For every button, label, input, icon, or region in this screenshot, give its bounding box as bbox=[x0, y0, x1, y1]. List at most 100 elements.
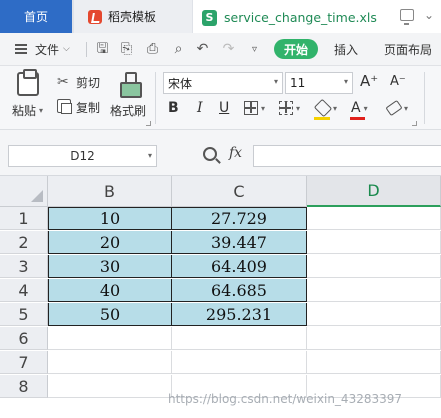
cell-c3[interactable]: 64.409 bbox=[172, 255, 307, 278]
title-tab-bar: 首页 稻壳模板 S service_change_time.xls ⌄ bbox=[0, 0, 441, 33]
ribbon-divider bbox=[424, 72, 425, 124]
zoom-icon[interactable] bbox=[203, 147, 217, 161]
save-icon[interactable]: 🖫 bbox=[94, 41, 111, 58]
copy-icon[interactable] bbox=[57, 99, 72, 114]
formula-bar: D12 ▾ fx bbox=[0, 130, 441, 176]
italic-button[interactable]: I bbox=[197, 99, 203, 117]
chevron-down-icon: ▾ bbox=[147, 151, 152, 160]
cell-b3[interactable]: 30 bbox=[48, 255, 172, 278]
formula-input[interactable] bbox=[253, 145, 441, 167]
insert-function-button[interactable]: fx bbox=[229, 145, 242, 161]
format-painter-button[interactable]: 格式刷 bbox=[110, 102, 146, 119]
export-pdf-icon[interactable]: ⎘ bbox=[118, 41, 135, 58]
cell-d5[interactable] bbox=[307, 303, 441, 326]
tab-page-layout[interactable]: 页面布局 bbox=[384, 33, 432, 65]
row-header-5[interactable]: 5 bbox=[0, 303, 48, 326]
row-header-7[interactable]: 7 bbox=[0, 351, 48, 374]
decrease-font-size-button[interactable]: A⁻ bbox=[390, 74, 406, 89]
borders-button[interactable]: ▾ bbox=[244, 99, 265, 117]
column-header-c[interactable]: C bbox=[172, 176, 307, 207]
menu-divider bbox=[86, 42, 87, 57]
increase-font-size-button[interactable]: A⁺ bbox=[360, 72, 378, 90]
hamburger-menu-icon[interactable] bbox=[15, 44, 27, 54]
cell-c4[interactable]: 64.685 bbox=[172, 279, 307, 302]
cell-d6[interactable] bbox=[307, 327, 441, 350]
clear-format-button[interactable]: ▾ bbox=[385, 99, 408, 117]
row-header-1[interactable]: 1 bbox=[0, 207, 48, 230]
print-preview-icon[interactable]: ⌕ bbox=[170, 41, 187, 58]
font-color-swatch bbox=[350, 117, 365, 120]
font-group-launcher-icon[interactable] bbox=[412, 121, 417, 126]
paste-icon[interactable] bbox=[17, 69, 39, 96]
cell-c5[interactable]: 295.231 bbox=[172, 303, 307, 326]
chevron-down-icon: ▾ bbox=[261, 103, 266, 113]
tab-start[interactable]: 开始 bbox=[274, 39, 318, 59]
name-box-value: D12 bbox=[70, 149, 95, 163]
docer-logo-icon bbox=[88, 9, 102, 24]
cell-c7[interactable] bbox=[172, 351, 307, 374]
cell-d2[interactable] bbox=[307, 231, 441, 254]
copy-button[interactable]: 复制 bbox=[76, 99, 100, 116]
ribbon-divider bbox=[155, 72, 156, 124]
font-color-button[interactable]: A ▾ bbox=[351, 99, 368, 117]
font-family-value: 宋体 bbox=[168, 76, 193, 91]
underline-button[interactable]: U bbox=[219, 99, 229, 117]
more-dropdown-icon[interactable]: ⌄ bbox=[424, 9, 438, 21]
cell-d3[interactable] bbox=[307, 255, 441, 278]
paste-button[interactable]: 粘贴 ▾ bbox=[12, 102, 43, 119]
undo-icon[interactable]: ↶ bbox=[194, 41, 211, 58]
paint-bucket-icon bbox=[313, 98, 333, 118]
cell-d1[interactable] bbox=[307, 207, 441, 230]
file-menu[interactable]: 文件 ⌵ bbox=[35, 33, 70, 65]
cell-b1[interactable]: 10 bbox=[48, 207, 172, 230]
scissors-icon[interactable]: ✂ bbox=[57, 74, 73, 90]
fill-pattern-button[interactable]: ▾ bbox=[279, 99, 300, 117]
watermark-text: https://blog.csdn.net/weixin_43283397 bbox=[168, 392, 403, 406]
cell-c2[interactable]: 39.447 bbox=[172, 231, 307, 254]
cell-c6[interactable] bbox=[172, 327, 307, 350]
customize-toolbar-icon[interactable]: ▿ bbox=[246, 41, 263, 58]
tab-home[interactable]: 首页 bbox=[0, 0, 72, 33]
column-header-d[interactable]: D bbox=[307, 176, 441, 207]
cell-d4[interactable] bbox=[307, 279, 441, 302]
row-header-6[interactable]: 6 bbox=[0, 327, 48, 350]
cut-button[interactable]: 剪切 bbox=[76, 74, 100, 91]
row-header-3[interactable]: 3 bbox=[0, 255, 48, 278]
format-painter-icon[interactable] bbox=[120, 72, 142, 98]
cell-c1[interactable]: 27.729 bbox=[172, 207, 307, 230]
row-header-2[interactable]: 2 bbox=[0, 231, 48, 254]
spreadsheet-file-icon: S bbox=[202, 9, 217, 26]
cell-b4[interactable]: 40 bbox=[48, 279, 172, 302]
monitor-icon[interactable] bbox=[400, 9, 414, 25]
chevron-down-icon: ▾ bbox=[39, 106, 44, 115]
tab-docer-templates[interactable]: 稻壳模板 bbox=[74, 0, 192, 33]
column-header-b[interactable]: B bbox=[48, 176, 172, 207]
row-header-4[interactable]: 4 bbox=[0, 279, 48, 302]
select-all-icon bbox=[31, 190, 43, 202]
paste-label: 粘贴 bbox=[12, 104, 37, 118]
cell-b5[interactable]: 50 bbox=[48, 303, 172, 326]
redo-icon[interactable]: ↷ bbox=[220, 41, 237, 58]
chevron-down-icon: ▾ bbox=[343, 77, 348, 86]
tab-file-title: service_change_time.xls bbox=[224, 10, 377, 25]
eraser-icon bbox=[385, 99, 403, 117]
font-size-value: 11 bbox=[290, 76, 306, 90]
name-box[interactable]: D12 ▾ bbox=[8, 145, 157, 167]
bold-button[interactable]: B bbox=[168, 99, 179, 117]
print-icon[interactable]: ⎙ bbox=[144, 41, 161, 58]
cell-b7[interactable] bbox=[48, 351, 172, 374]
select-all-corner[interactable] bbox=[0, 176, 48, 207]
font-size-select[interactable]: 11 ▾ bbox=[285, 72, 353, 94]
cell-b2[interactable]: 20 bbox=[48, 231, 172, 254]
chevron-down-icon: ▾ bbox=[333, 103, 338, 113]
chevron-down-icon: ⌵ bbox=[63, 44, 70, 54]
cell-b6[interactable] bbox=[48, 327, 172, 350]
fill-color-button[interactable]: ▾ bbox=[313, 98, 338, 118]
font-family-select[interactable]: 宋体 ▾ bbox=[163, 72, 283, 94]
file-menu-label: 文件 bbox=[35, 42, 60, 57]
cell-d7[interactable] bbox=[307, 351, 441, 374]
tab-insert[interactable]: 插入 bbox=[334, 33, 358, 65]
row-header-8[interactable]: 8 bbox=[0, 375, 48, 398]
clipboard-group-launcher-icon[interactable] bbox=[146, 121, 151, 126]
cell-b8[interactable] bbox=[48, 375, 172, 398]
